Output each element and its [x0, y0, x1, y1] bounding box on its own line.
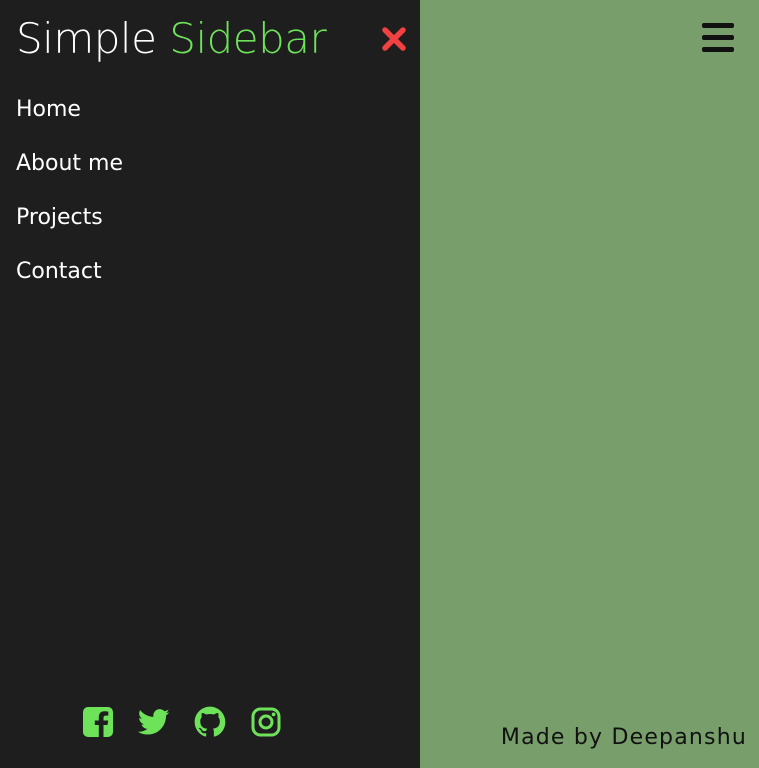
- hamburger-bar: [702, 35, 734, 40]
- github-icon[interactable]: [194, 706, 226, 738]
- social-links: [82, 706, 282, 738]
- sidebar-item-contact[interactable]: Contact: [16, 253, 123, 307]
- hamburger-bar: [702, 47, 734, 52]
- brand-word-sidebar: Sidebar: [169, 14, 327, 63]
- instagram-icon[interactable]: [250, 706, 282, 738]
- page: Simple Sidebar Home About me Projects Co…: [0, 0, 759, 768]
- sidebar-nav: Home About me Projects Contact: [16, 91, 123, 307]
- sidebar-item-projects[interactable]: Projects: [16, 199, 123, 253]
- twitter-icon[interactable]: [138, 706, 170, 738]
- brand-word-simple: Simple: [16, 14, 157, 63]
- hamburger-bar: [702, 23, 734, 28]
- facebook-icon[interactable]: [82, 706, 114, 738]
- brand-title: Simple Sidebar: [16, 13, 327, 65]
- close-icon[interactable]: [379, 24, 409, 54]
- sidebar: Simple Sidebar Home About me Projects Co…: [0, 0, 420, 768]
- sidebar-item-about-me[interactable]: About me: [16, 145, 123, 199]
- hamburger-menu-icon[interactable]: [702, 23, 734, 53]
- credit-text: Made by Deepanshu: [500, 725, 747, 750]
- sidebar-item-home[interactable]: Home: [16, 91, 123, 145]
